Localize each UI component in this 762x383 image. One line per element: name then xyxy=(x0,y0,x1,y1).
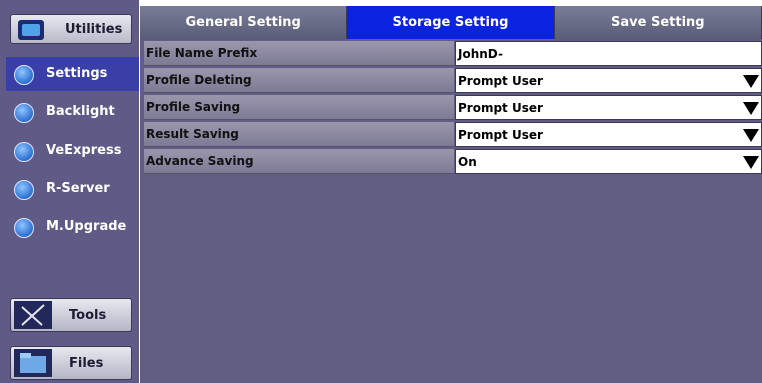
sidebar: Utilities Settings Backlight VeExpress R… xyxy=(0,0,139,383)
sidebar-item-label: R-Server xyxy=(46,181,110,196)
backlight-icon xyxy=(14,103,34,123)
setting-row-file-name-prefix: File Name Prefix JohnD- xyxy=(144,41,762,66)
dropdown-arrow-icon[interactable] xyxy=(743,75,759,88)
tools-label: Tools xyxy=(69,308,107,323)
sidebar-item-m-upgrade[interactable]: M.Upgrade xyxy=(6,210,139,244)
sidebar-item-label: VeExpress xyxy=(46,143,122,158)
sidebar-item-settings[interactable]: Settings xyxy=(6,57,139,91)
setting-label: File Name Prefix xyxy=(144,41,454,66)
profile-deleting-dropdown[interactable]: Prompt User xyxy=(455,68,762,93)
dropdown-value: Prompt User xyxy=(458,74,543,88)
setting-label: Result Saving xyxy=(144,122,454,147)
file-name-prefix-field[interactable]: JohnD- xyxy=(455,41,762,66)
sidebar-item-r-server[interactable]: R-Server xyxy=(6,172,139,206)
setting-row-advance-saving: Advance Saving On xyxy=(144,149,762,174)
upgrade-icon xyxy=(14,218,34,238)
profile-saving-dropdown[interactable]: Prompt User xyxy=(455,95,762,120)
utilities-label: Utilities xyxy=(65,22,123,37)
sidebar-item-backlight[interactable]: Backlight xyxy=(6,95,139,129)
tab-storage-setting[interactable]: Storage Setting xyxy=(347,6,555,39)
tools-button[interactable]: Tools xyxy=(10,298,132,332)
sidebar-item-veexpress[interactable]: VeExpress xyxy=(6,134,139,168)
tab-save-setting[interactable]: Save Setting xyxy=(554,6,762,39)
dropdown-value: On xyxy=(458,155,477,169)
dropdown-arrow-icon[interactable] xyxy=(743,156,759,169)
setting-label: Profile Saving xyxy=(144,95,454,120)
settings-icon xyxy=(14,65,34,85)
dropdown-value: Prompt User xyxy=(458,128,543,142)
advance-saving-dropdown[interactable]: On xyxy=(455,149,762,174)
sidebar-item-label: M.Upgrade xyxy=(46,219,127,234)
setting-label: Profile Deleting xyxy=(144,68,454,93)
sidebar-item-label: Backlight xyxy=(46,104,115,119)
setting-row-result-saving: Result Saving Prompt User xyxy=(144,122,762,147)
r-server-icon xyxy=(14,180,34,200)
tab-bar: General Setting Storage Setting Save Set… xyxy=(140,6,762,39)
folder-icon xyxy=(14,349,52,377)
result-saving-dropdown[interactable]: Prompt User xyxy=(455,122,762,147)
dropdown-value: Prompt User xyxy=(458,101,543,115)
tab-general-setting[interactable]: General Setting xyxy=(140,6,348,39)
files-label: Files xyxy=(69,356,104,371)
tools-icon xyxy=(14,301,52,329)
sidebar-item-label: Settings xyxy=(46,66,108,81)
monitor-icon xyxy=(18,20,44,40)
settings-panel: File Name Prefix JohnD- Profile Deleting… xyxy=(140,39,762,383)
files-button[interactable]: Files xyxy=(10,346,132,380)
setting-row-profile-saving: Profile Saving Prompt User xyxy=(144,95,762,120)
dropdown-arrow-icon[interactable] xyxy=(743,102,759,115)
dropdown-arrow-icon[interactable] xyxy=(743,129,759,142)
setting-row-profile-deleting: Profile Deleting Prompt User xyxy=(144,68,762,93)
veexpress-icon xyxy=(14,142,34,162)
setting-label: Advance Saving xyxy=(144,149,454,174)
utilities-button[interactable]: Utilities xyxy=(10,14,132,44)
